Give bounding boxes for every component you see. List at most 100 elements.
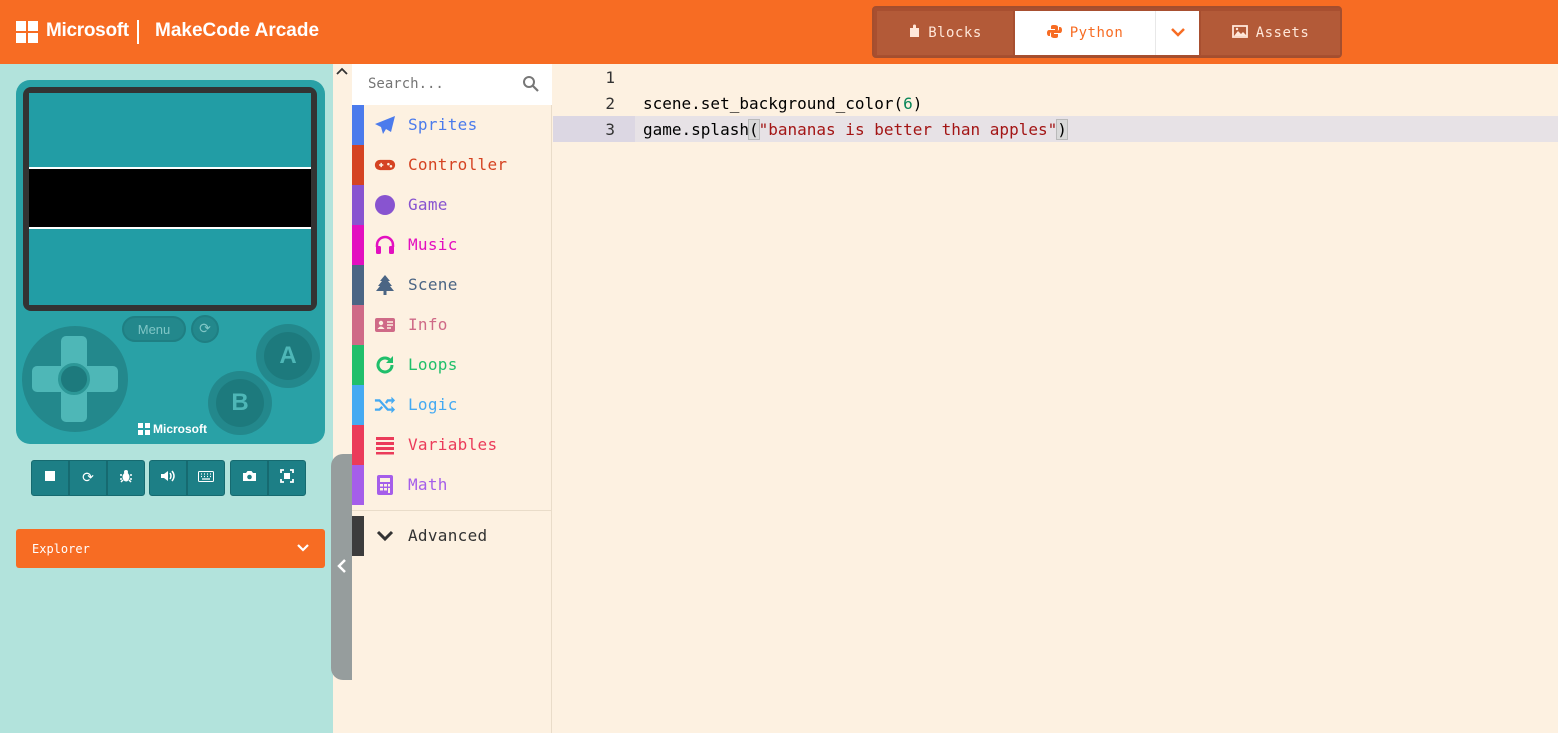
code-token: game.splash bbox=[643, 120, 749, 139]
category-music[interactable]: Music bbox=[352, 225, 552, 265]
image-icon bbox=[1231, 24, 1248, 42]
category-color-bar bbox=[352, 516, 364, 556]
category-sprites[interactable]: Sprites bbox=[352, 105, 552, 145]
menu-button[interactable]: Menu bbox=[122, 316, 186, 342]
sim-capture-group bbox=[230, 460, 306, 496]
category-label: Scene bbox=[408, 275, 458, 294]
headphones-icon bbox=[374, 235, 396, 255]
line-number: 2 bbox=[605, 94, 615, 113]
stop-button[interactable] bbox=[31, 460, 69, 496]
search-icon[interactable] bbox=[522, 75, 539, 96]
tab-blocks[interactable]: Blocks bbox=[877, 11, 1013, 55]
loop-icon bbox=[374, 355, 396, 375]
code-number: 6 bbox=[903, 94, 913, 113]
category-label: Variables bbox=[408, 435, 498, 454]
category-color-bar bbox=[352, 145, 364, 185]
category-label: Game bbox=[408, 195, 448, 214]
tree-icon bbox=[374, 275, 396, 295]
chevron-down-icon bbox=[374, 526, 396, 546]
chevron-up-icon[interactable] bbox=[336, 66, 348, 80]
category-color-bar bbox=[352, 305, 364, 345]
category-color-bar bbox=[352, 225, 364, 265]
category-color-bar bbox=[352, 385, 364, 425]
category-label: Math bbox=[408, 475, 448, 494]
keyboard-button[interactable] bbox=[187, 460, 225, 496]
code-editor[interactable]: 1 2 3 scene.set_background_color(6) game… bbox=[553, 64, 1558, 733]
category-logic[interactable]: Logic bbox=[352, 385, 552, 425]
category-controller[interactable]: Controller bbox=[352, 145, 552, 185]
category-color-bar bbox=[352, 425, 364, 465]
category-variables[interactable]: Variables bbox=[352, 425, 552, 465]
chevron-down-icon bbox=[297, 541, 309, 555]
gamepad-icon bbox=[374, 155, 396, 175]
tab-assets[interactable]: Assets bbox=[1201, 11, 1340, 55]
chevron-left-icon[interactable] bbox=[336, 558, 348, 578]
search-box bbox=[352, 64, 552, 105]
game-screen[interactable] bbox=[29, 93, 311, 305]
category-label: Controller bbox=[408, 155, 508, 174]
code-line-2[interactable]: scene.set_background_color(6) bbox=[643, 94, 922, 113]
bug-icon bbox=[119, 469, 133, 487]
dpad-center bbox=[58, 363, 90, 395]
category-label: Music bbox=[408, 235, 458, 254]
reset-icon[interactable]: ⟳ bbox=[191, 315, 219, 343]
stop-icon bbox=[44, 470, 56, 486]
microsoft-logo-icon bbox=[138, 423, 150, 435]
splash-banner bbox=[29, 167, 311, 229]
category-color-bar bbox=[352, 345, 364, 385]
code-token: scene.set_background_color( bbox=[643, 94, 904, 113]
search-input[interactable] bbox=[368, 76, 508, 92]
chevron-down-icon bbox=[1170, 25, 1185, 41]
screen-frame bbox=[23, 87, 317, 311]
restart-button[interactable]: ⟳ bbox=[69, 460, 107, 496]
a-button[interactable]: A bbox=[264, 332, 312, 380]
game-console: Menu ⟳ A B Microsoft bbox=[16, 80, 325, 444]
app-title[interactable]: MakeCode Arcade bbox=[155, 20, 319, 42]
fullscreen-icon bbox=[280, 469, 294, 487]
category-label: Sprites bbox=[408, 115, 478, 134]
code-token: ) bbox=[912, 94, 923, 113]
advanced-separator bbox=[352, 510, 552, 511]
puzzle-icon bbox=[908, 24, 920, 42]
console-brand-label: Microsoft bbox=[153, 422, 207, 436]
camera-icon bbox=[242, 470, 257, 486]
tab-python-label: Python bbox=[1069, 25, 1124, 41]
category-info[interactable]: Info bbox=[352, 305, 552, 345]
category-scene[interactable]: Scene bbox=[352, 265, 552, 305]
line-number: 1 bbox=[605, 68, 615, 87]
top-menu-bar: Microsoft MakeCode Arcade Blocks Python … bbox=[0, 0, 1558, 64]
microsoft-logo-icon[interactable] bbox=[16, 21, 38, 43]
paper-plane-icon bbox=[374, 115, 396, 135]
header-divider bbox=[137, 20, 139, 44]
screenshot-button[interactable] bbox=[230, 460, 268, 496]
category-math[interactable]: Math bbox=[352, 465, 552, 505]
circle-icon bbox=[374, 195, 396, 215]
category-label: Logic bbox=[408, 395, 458, 414]
code-line-3[interactable]: game.splash("bananas is better than appl… bbox=[643, 119, 1068, 140]
sim-controls-group: ⟳ bbox=[31, 460, 145, 496]
calculator-icon bbox=[374, 475, 396, 495]
tab-python[interactable]: Python bbox=[1015, 11, 1155, 55]
category-label: Loops bbox=[408, 355, 458, 374]
category-advanced[interactable]: Advanced bbox=[352, 516, 552, 556]
explorer-toggle[interactable]: Explorer bbox=[16, 529, 325, 568]
sim-audio-group bbox=[149, 460, 225, 496]
bracket-match: ) bbox=[1056, 119, 1068, 140]
toolbox: Sprites Controller Game Music Scene Info bbox=[352, 64, 552, 733]
tab-blocks-label: Blocks bbox=[928, 25, 982, 41]
mute-button[interactable] bbox=[149, 460, 187, 496]
keyboard-icon bbox=[198, 470, 214, 486]
category-loops[interactable]: Loops bbox=[352, 345, 552, 385]
fullscreen-button[interactable] bbox=[268, 460, 306, 496]
category-color-bar bbox=[352, 105, 364, 145]
language-dropdown-button[interactable] bbox=[1155, 11, 1199, 55]
category-color-bar bbox=[352, 465, 364, 505]
b-button[interactable]: B bbox=[216, 379, 264, 427]
tab-assets-label: Assets bbox=[1255, 25, 1310, 41]
microsoft-brand[interactable]: Microsoft bbox=[46, 20, 129, 42]
list-icon bbox=[374, 435, 396, 455]
debug-button[interactable] bbox=[107, 460, 145, 496]
line-number: 3 bbox=[605, 120, 615, 139]
simulator-panel: Menu ⟳ A B Microsoft ⟳ Explorer bbox=[0, 64, 333, 733]
category-game[interactable]: Game bbox=[352, 185, 552, 225]
